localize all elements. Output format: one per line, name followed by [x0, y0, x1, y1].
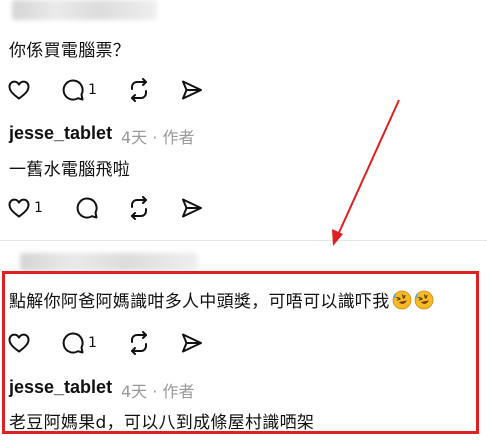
like-button[interactable] — [7, 77, 31, 103]
reply-button[interactable]: 1 — [61, 330, 97, 356]
heart-icon — [8, 333, 30, 353]
reply-count: 1 — [88, 335, 97, 351]
repost-button[interactable] — [127, 195, 151, 221]
repost-button[interactable] — [127, 77, 151, 103]
repost-icon — [131, 78, 147, 102]
comment-text: 你係買電腦票？ — [9, 41, 131, 61]
repost-button[interactable] — [127, 330, 151, 356]
comment-icon — [76, 197, 98, 219]
thread-divider — [0, 240, 487, 241]
reply-text: 老豆阿媽果d，可以八到成條屋村識哂架 — [9, 413, 315, 433]
heart-icon — [8, 80, 30, 100]
reply-count: 1 — [88, 82, 97, 98]
heart-icon — [8, 198, 30, 218]
reply-button[interactable] — [75, 195, 99, 221]
reply-meta: 4天 · 作者 — [121, 382, 195, 401]
share-button[interactable] — [180, 195, 204, 221]
rofl-emoji-icon — [392, 290, 412, 310]
blurred-username — [20, 253, 198, 271]
like-button[interactable] — [7, 330, 31, 356]
comment-text-content: 點解你阿爸阿媽識咁多人中頭獎，可唔可以識吓我 — [9, 292, 390, 312]
repost-icon — [131, 196, 147, 220]
share-button[interactable] — [180, 330, 204, 356]
share-button[interactable] — [180, 77, 204, 103]
comment-icon — [62, 332, 84, 354]
share-icon — [182, 333, 202, 353]
like-button[interactable]: 1 — [7, 195, 43, 221]
reply-meta: 4天 · 作者 — [121, 128, 195, 147]
rofl-emoji-icon — [414, 290, 434, 310]
blurred-username — [12, 0, 157, 20]
like-count: 1 — [34, 200, 43, 216]
share-icon — [182, 80, 202, 100]
repost-icon — [131, 331, 147, 355]
comment-icon — [62, 79, 84, 101]
reply-text: 一舊水電腦飛啦 — [9, 160, 131, 180]
comment-text: 點解你阿爸阿媽識咁多人中頭獎，可唔可以識吓我 — [9, 287, 434, 312]
share-icon — [182, 198, 202, 218]
reply-username[interactable]: jesse_tablet — [9, 377, 112, 398]
reply-username[interactable]: jesse_tablet — [9, 123, 112, 144]
reply-button[interactable]: 1 — [61, 77, 97, 103]
